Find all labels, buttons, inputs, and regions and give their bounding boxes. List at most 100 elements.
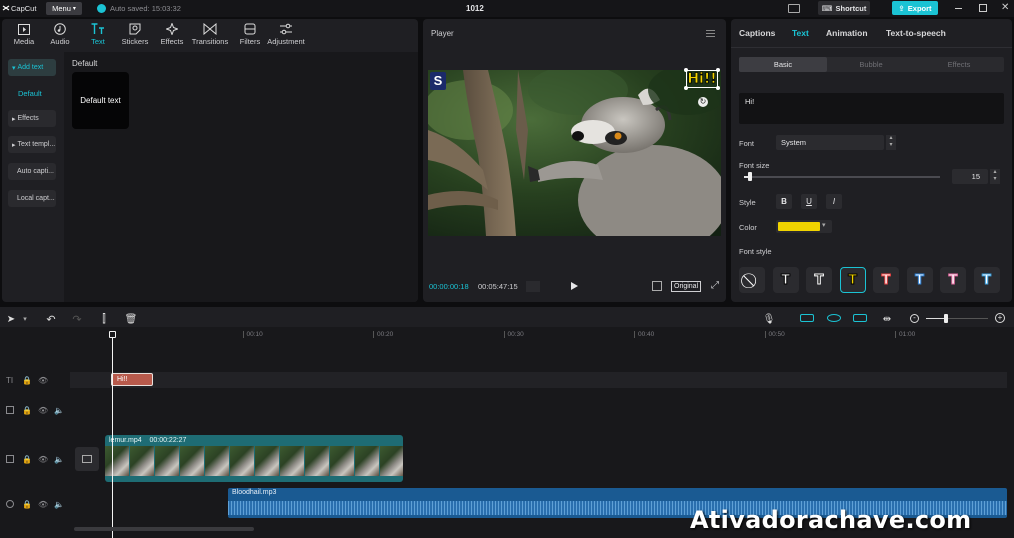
- text-content-input[interactable]: Hi!: [739, 93, 1004, 124]
- tab-text-to-speech[interactable]: Text-to-speech: [886, 28, 946, 38]
- lock-icon[interactable]: 🔒: [22, 500, 32, 509]
- playhead-handle[interactable]: [109, 331, 116, 338]
- timeline-scrollbar[interactable]: [74, 527, 254, 531]
- player-menu-icon[interactable]: [706, 30, 715, 37]
- font-style-preset[interactable]: T: [806, 267, 832, 293]
- toolbar-media[interactable]: Media: [4, 20, 44, 50]
- video-clip-name: lemur.mp4: [109, 437, 142, 444]
- speaker-icon[interactable]: 🔈: [54, 455, 64, 464]
- sticker-track-icon: [6, 406, 14, 414]
- menu-button[interactable]: Menu ▾: [46, 2, 82, 15]
- chevron-down-icon: ▾: [72, 6, 76, 12]
- default-text-card[interactable]: Default text: [72, 72, 129, 129]
- toolbar-stickers[interactable]: Stickers: [115, 20, 155, 50]
- text-templates-nav-item[interactable]: ▸ Text templ...: [8, 136, 56, 153]
- font-stepper-icon[interactable]: ▴ ▾: [886, 135, 896, 150]
- redo-icon[interactable]: ↷: [70, 312, 84, 326]
- play-icon[interactable]: [571, 282, 578, 290]
- font-style-preset[interactable]: T: [873, 267, 899, 293]
- effects-nav-label: Effects: [17, 115, 39, 122]
- cover-button[interactable]: [75, 447, 99, 471]
- chevron-down-icon[interactable]: ▾: [822, 221, 826, 229]
- fit-view-icon[interactable]: [652, 281, 662, 291]
- shortcut-button[interactable]: ⌨ Shortcut: [818, 1, 870, 15]
- layout-icon[interactable]: [788, 4, 800, 13]
- fullscreen-icon[interactable]: ⤢: [711, 280, 719, 291]
- font-style-preset[interactable]: T: [839, 267, 866, 293]
- magnet-icon[interactable]: [800, 314, 814, 322]
- zoom-in-icon[interactable]: +: [995, 313, 1005, 323]
- auto-captions-nav-item[interactable]: Auto capti...: [8, 163, 56, 180]
- chevron-down-icon[interactable]: ▾: [18, 312, 32, 326]
- speaker-icon[interactable]: 🔈: [54, 500, 64, 509]
- link-icon[interactable]: [827, 314, 841, 322]
- cover-icon: [82, 455, 92, 463]
- toolbar-text[interactable]: Text: [78, 20, 118, 50]
- tab-animation[interactable]: Animation: [826, 28, 868, 38]
- text-clip[interactable]: Hi!!: [111, 373, 153, 386]
- font-style-preset[interactable]: T: [772, 267, 799, 293]
- font-style-label: Font style: [739, 247, 772, 256]
- font-size-slider[interactable]: [744, 176, 940, 178]
- font-style-preset[interactable]: T: [973, 267, 1000, 293]
- font-style-preset[interactable]: T: [940, 267, 966, 293]
- add-text-button[interactable]: ▾ Add text: [8, 59, 56, 76]
- video-preview[interactable]: [428, 70, 721, 236]
- playhead[interactable]: [112, 337, 113, 538]
- font-size-slider-handle[interactable]: [747, 172, 752, 181]
- resize-handle[interactable]: [716, 86, 720, 90]
- font-style-preset[interactable]: ⃠: [739, 267, 765, 293]
- text-overlay[interactable]: Hi!!: [686, 70, 718, 88]
- bold-button[interactable]: B: [776, 194, 792, 209]
- font-select[interactable]: System: [776, 135, 884, 150]
- video-thumbnail: [305, 446, 330, 476]
- underline-button[interactable]: U: [801, 194, 817, 209]
- export-button[interactable]: ⇪ Export: [892, 1, 938, 15]
- resize-handle[interactable]: [684, 68, 688, 72]
- tab-captions[interactable]: Captions: [739, 28, 775, 38]
- eye-icon[interactable]: 👁: [38, 376, 48, 385]
- close-icon[interactable]: ✕: [1001, 2, 1009, 13]
- eye-icon[interactable]: 👁: [38, 500, 48, 509]
- zoom-slider-handle[interactable]: [944, 314, 948, 323]
- font-size-stepper-icon[interactable]: ▴ ▾: [990, 169, 1000, 184]
- toolbar-transitions[interactable]: Transitions: [190, 20, 230, 50]
- delete-icon[interactable]: 🗑: [124, 312, 138, 326]
- lock-icon[interactable]: 🔒: [22, 455, 32, 464]
- toolbar-audio[interactable]: Audio: [40, 20, 80, 50]
- align-icon[interactable]: ⇹: [880, 312, 894, 326]
- minimize-icon[interactable]: [955, 8, 962, 9]
- italic-button[interactable]: I: [826, 194, 842, 209]
- subtab-effects[interactable]: Effects: [915, 57, 1003, 72]
- subtab-bubble[interactable]: Bubble: [827, 57, 915, 72]
- resize-handle[interactable]: [684, 86, 688, 90]
- resize-handle[interactable]: [716, 68, 720, 72]
- default-nav-item[interactable]: Default: [18, 89, 42, 98]
- subtab-basic[interactable]: Basic: [739, 57, 827, 72]
- select-tool-icon[interactable]: ➤: [4, 312, 18, 326]
- preview-axis-icon[interactable]: [853, 314, 867, 322]
- timeline-toggle-icon[interactable]: [526, 281, 540, 292]
- toolbar-effects[interactable]: Effects: [152, 20, 192, 50]
- toolbar-filters[interactable]: Filters: [230, 20, 270, 50]
- font-style-preset[interactable]: T: [906, 267, 933, 293]
- eye-icon[interactable]: 👁: [38, 455, 48, 464]
- video-clip[interactable]: lemur.mp4 00:00:22:27: [105, 435, 403, 482]
- lock-icon[interactable]: 🔒: [22, 406, 32, 415]
- video-thumbnail: [105, 446, 130, 476]
- toolbar-adjustment[interactable]: Adjustment: [266, 20, 306, 50]
- lock-icon[interactable]: 🔒: [22, 376, 32, 385]
- maximize-icon[interactable]: [979, 4, 987, 12]
- microphone-icon[interactable]: 🎙: [762, 312, 776, 326]
- split-icon[interactable]: ⫿: [97, 312, 111, 326]
- eye-icon[interactable]: 👁: [38, 406, 48, 415]
- tab-text[interactable]: Text: [792, 28, 809, 38]
- local-captions-nav-item[interactable]: Local capt...: [8, 190, 56, 207]
- effects-nav-item[interactable]: ▸ Effects: [8, 110, 56, 127]
- ratio-button[interactable]: Original: [671, 281, 702, 292]
- zoom-out-icon[interactable]: -: [910, 314, 919, 323]
- undo-icon[interactable]: ↶: [44, 312, 58, 326]
- speaker-icon[interactable]: 🔈: [54, 406, 64, 415]
- font-size-input[interactable]: 15: [952, 169, 988, 184]
- rotate-handle-icon[interactable]: ↻: [698, 97, 708, 107]
